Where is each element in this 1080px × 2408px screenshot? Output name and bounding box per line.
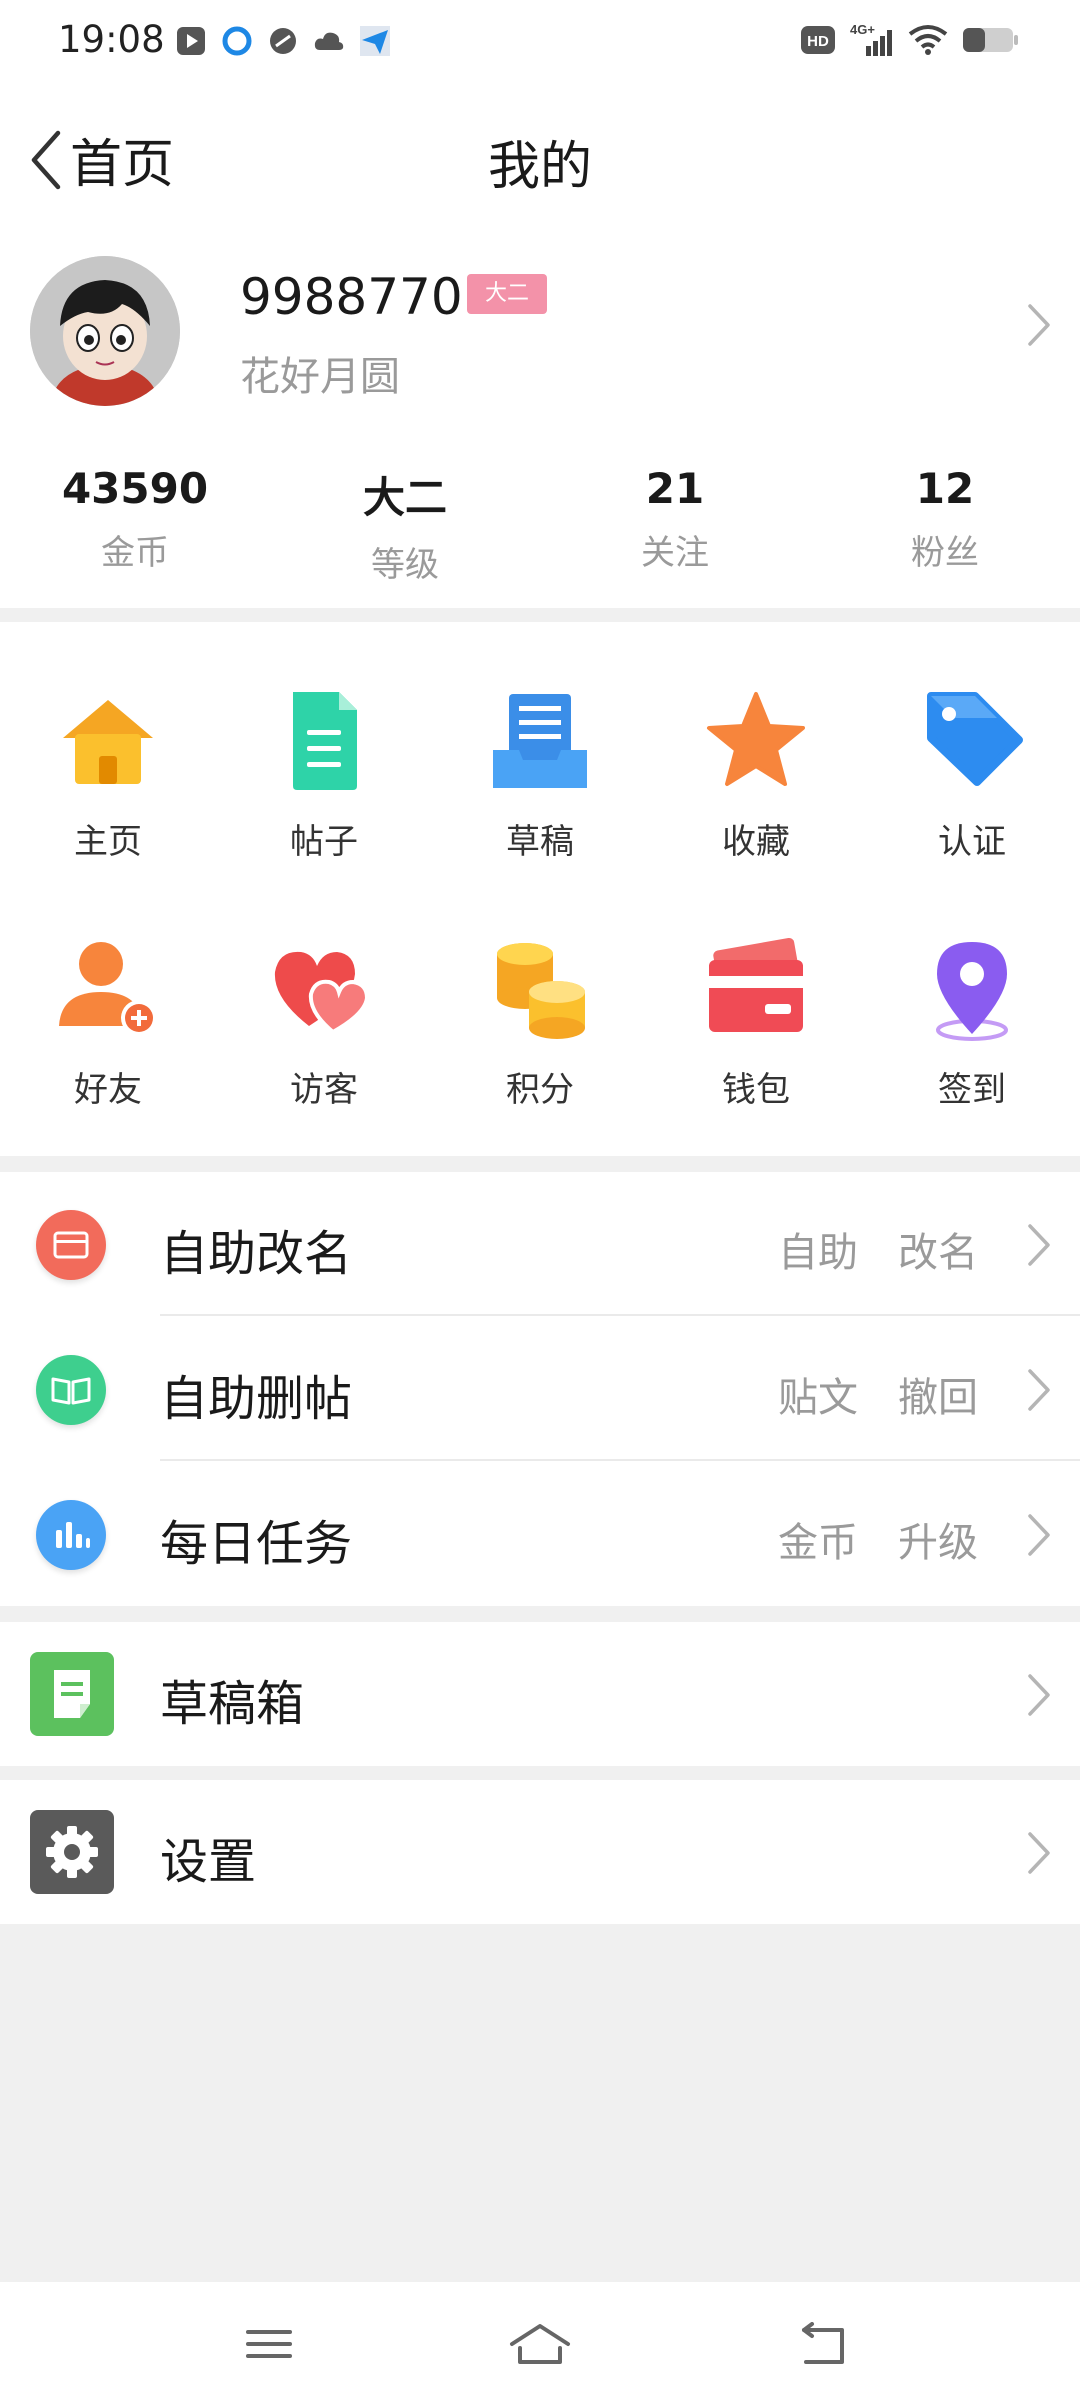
stat-coins[interactable]: 43590 金币 xyxy=(0,464,270,586)
menu-title: 自助改名 xyxy=(160,1226,353,1282)
location-pin-icon xyxy=(936,942,1008,1041)
chevron-right-icon xyxy=(1028,1514,1050,1556)
link-app-icon xyxy=(270,28,296,54)
stat-label: 关注 xyxy=(641,533,709,573)
stat-value: 43590 xyxy=(61,464,209,513)
hd-icon: HD xyxy=(801,26,835,54)
grid-item-favorites[interactable]: 收藏 xyxy=(648,686,864,863)
grid-item-points[interactable]: 积分 xyxy=(432,934,648,1111)
grid-label: 收藏 xyxy=(722,822,790,862)
grid-label: 签到 xyxy=(938,1070,1006,1110)
note-icon xyxy=(30,1652,114,1736)
chevron-right-icon xyxy=(1028,304,1050,346)
page-title: 我的 xyxy=(487,137,592,197)
stat-label: 金币 xyxy=(101,533,169,573)
gear-icon xyxy=(30,1810,114,1894)
avatar[interactable] xyxy=(30,256,180,406)
stat-value: 大二 xyxy=(362,473,447,522)
level-badge: 大二 xyxy=(467,274,547,314)
menu-row-delete-post[interactable]: 自助删帖 贴文 撤回 xyxy=(0,1317,1080,1461)
cloud-app-icon xyxy=(314,32,344,50)
menu-hint: 金币 升级 xyxy=(778,1520,978,1566)
stat-following[interactable]: 21 关注 xyxy=(540,464,810,586)
grid-label: 认证 xyxy=(938,822,1006,862)
menu-row-rename[interactable]: 自助改名 自助 改名 xyxy=(0,1172,1080,1316)
header: 首页 我的 xyxy=(0,84,1080,234)
grid-label: 积分 xyxy=(506,1070,574,1110)
settings-row[interactable]: 设置 xyxy=(0,1780,1080,1924)
divider xyxy=(160,1459,1080,1461)
wallet-card-icon xyxy=(709,937,803,1032)
grid-item-verify[interactable]: 认证 xyxy=(864,686,1080,863)
stat-label: 等级 xyxy=(371,545,439,585)
grid-label: 帖子 xyxy=(290,822,358,862)
feature-grid: 主页 帖子 草稿 收藏 认证 好友 访客 积分 钱包 签到 xyxy=(0,622,1080,1156)
drafts-title: 草稿箱 xyxy=(160,1676,305,1732)
grid-item-home[interactable]: 主页 xyxy=(0,686,216,863)
chevron-right-icon xyxy=(1028,1832,1050,1874)
menu-list: 自助改名 自助 改名 自助删帖 贴文 撤回 每日任务 金币 升级 xyxy=(0,1172,1080,1606)
menu-icon[interactable] xyxy=(244,2322,294,2366)
divider xyxy=(160,1314,1080,1316)
browser-app-icon xyxy=(222,26,252,56)
signature: 花好月圆 xyxy=(240,354,400,400)
card-icon xyxy=(36,1210,106,1280)
svg-text:4G+: 4G+ xyxy=(850,22,875,37)
menu-title: 每日任务 xyxy=(160,1516,353,1572)
grid-item-visitors[interactable]: 访客 xyxy=(216,934,432,1111)
avatar-image xyxy=(30,256,180,406)
stat-followers[interactable]: 12 粉丝 xyxy=(810,464,1080,586)
stat-label: 粉丝 xyxy=(911,533,979,573)
star-icon xyxy=(707,692,805,786)
wifi-icon xyxy=(908,25,948,55)
chevron-right-icon xyxy=(1028,1674,1050,1716)
svg-text:HD: HD xyxy=(807,33,829,50)
system-nav-bar xyxy=(0,2282,1080,2408)
stat-level[interactable]: 大二 等级 xyxy=(270,464,540,586)
stat-value: 21 xyxy=(645,464,705,513)
tag-icon xyxy=(927,692,1023,786)
username: 9988770’ xyxy=(240,268,479,326)
draft-inbox-icon xyxy=(493,694,587,788)
grid-item-drafts[interactable]: 草稿 xyxy=(432,686,648,863)
home-icon xyxy=(63,700,153,784)
add-friend-icon xyxy=(59,942,157,1036)
stat-value: 12 xyxy=(915,464,975,513)
coins-icon xyxy=(497,943,585,1039)
bar-chart-icon xyxy=(36,1500,106,1570)
battery-icon xyxy=(963,28,1018,52)
book-icon xyxy=(36,1355,106,1425)
profile-card[interactable]: 9988770’ 大二 花好月圆 43590 金币 大二 等级 21 关注 12… xyxy=(0,234,1080,608)
back-nav-icon[interactable] xyxy=(796,2322,850,2370)
stats-row: 43590 金币 大二 等级 21 关注 12 粉丝 xyxy=(0,464,1080,586)
chevron-right-icon xyxy=(1028,1369,1050,1411)
chevron-right-icon xyxy=(1028,1224,1050,1266)
menu-hint: 自助 改名 xyxy=(778,1230,978,1276)
menu-hint: 贴文 撤回 xyxy=(778,1375,978,1421)
notification-icons xyxy=(174,24,392,58)
document-icon xyxy=(293,692,357,790)
grid-item-posts[interactable]: 帖子 xyxy=(216,686,432,863)
drafts-row[interactable]: 草稿箱 xyxy=(0,1622,1080,1766)
grid-label: 访客 xyxy=(290,1070,358,1110)
status-time: 19:08 xyxy=(58,18,165,61)
status-bar: 19:08 HD 4G+ xyxy=(0,0,1080,84)
signal-icon: 4G+ xyxy=(850,22,892,56)
grid-label: 钱包 xyxy=(722,1070,790,1110)
video-app-icon xyxy=(177,27,205,55)
hearts-icon xyxy=(274,951,370,1035)
status-right: HD 4G+ xyxy=(800,22,1020,58)
grid-label: 好友 xyxy=(74,1070,142,1110)
grid-label: 主页 xyxy=(74,822,142,862)
settings-title: 设置 xyxy=(160,1834,257,1890)
menu-row-daily-tasks[interactable]: 每日任务 金币 升级 xyxy=(0,1462,1080,1606)
grid-item-friends[interactable]: 好友 xyxy=(0,934,216,1111)
menu-title: 自助删帖 xyxy=(160,1371,353,1427)
home-nav-icon[interactable] xyxy=(508,2322,572,2370)
grid-label: 草稿 xyxy=(506,822,574,862)
grid-item-wallet[interactable]: 钱包 xyxy=(648,934,864,1111)
send-app-icon xyxy=(360,26,390,56)
grid-item-checkin[interactable]: 签到 xyxy=(864,934,1080,1111)
